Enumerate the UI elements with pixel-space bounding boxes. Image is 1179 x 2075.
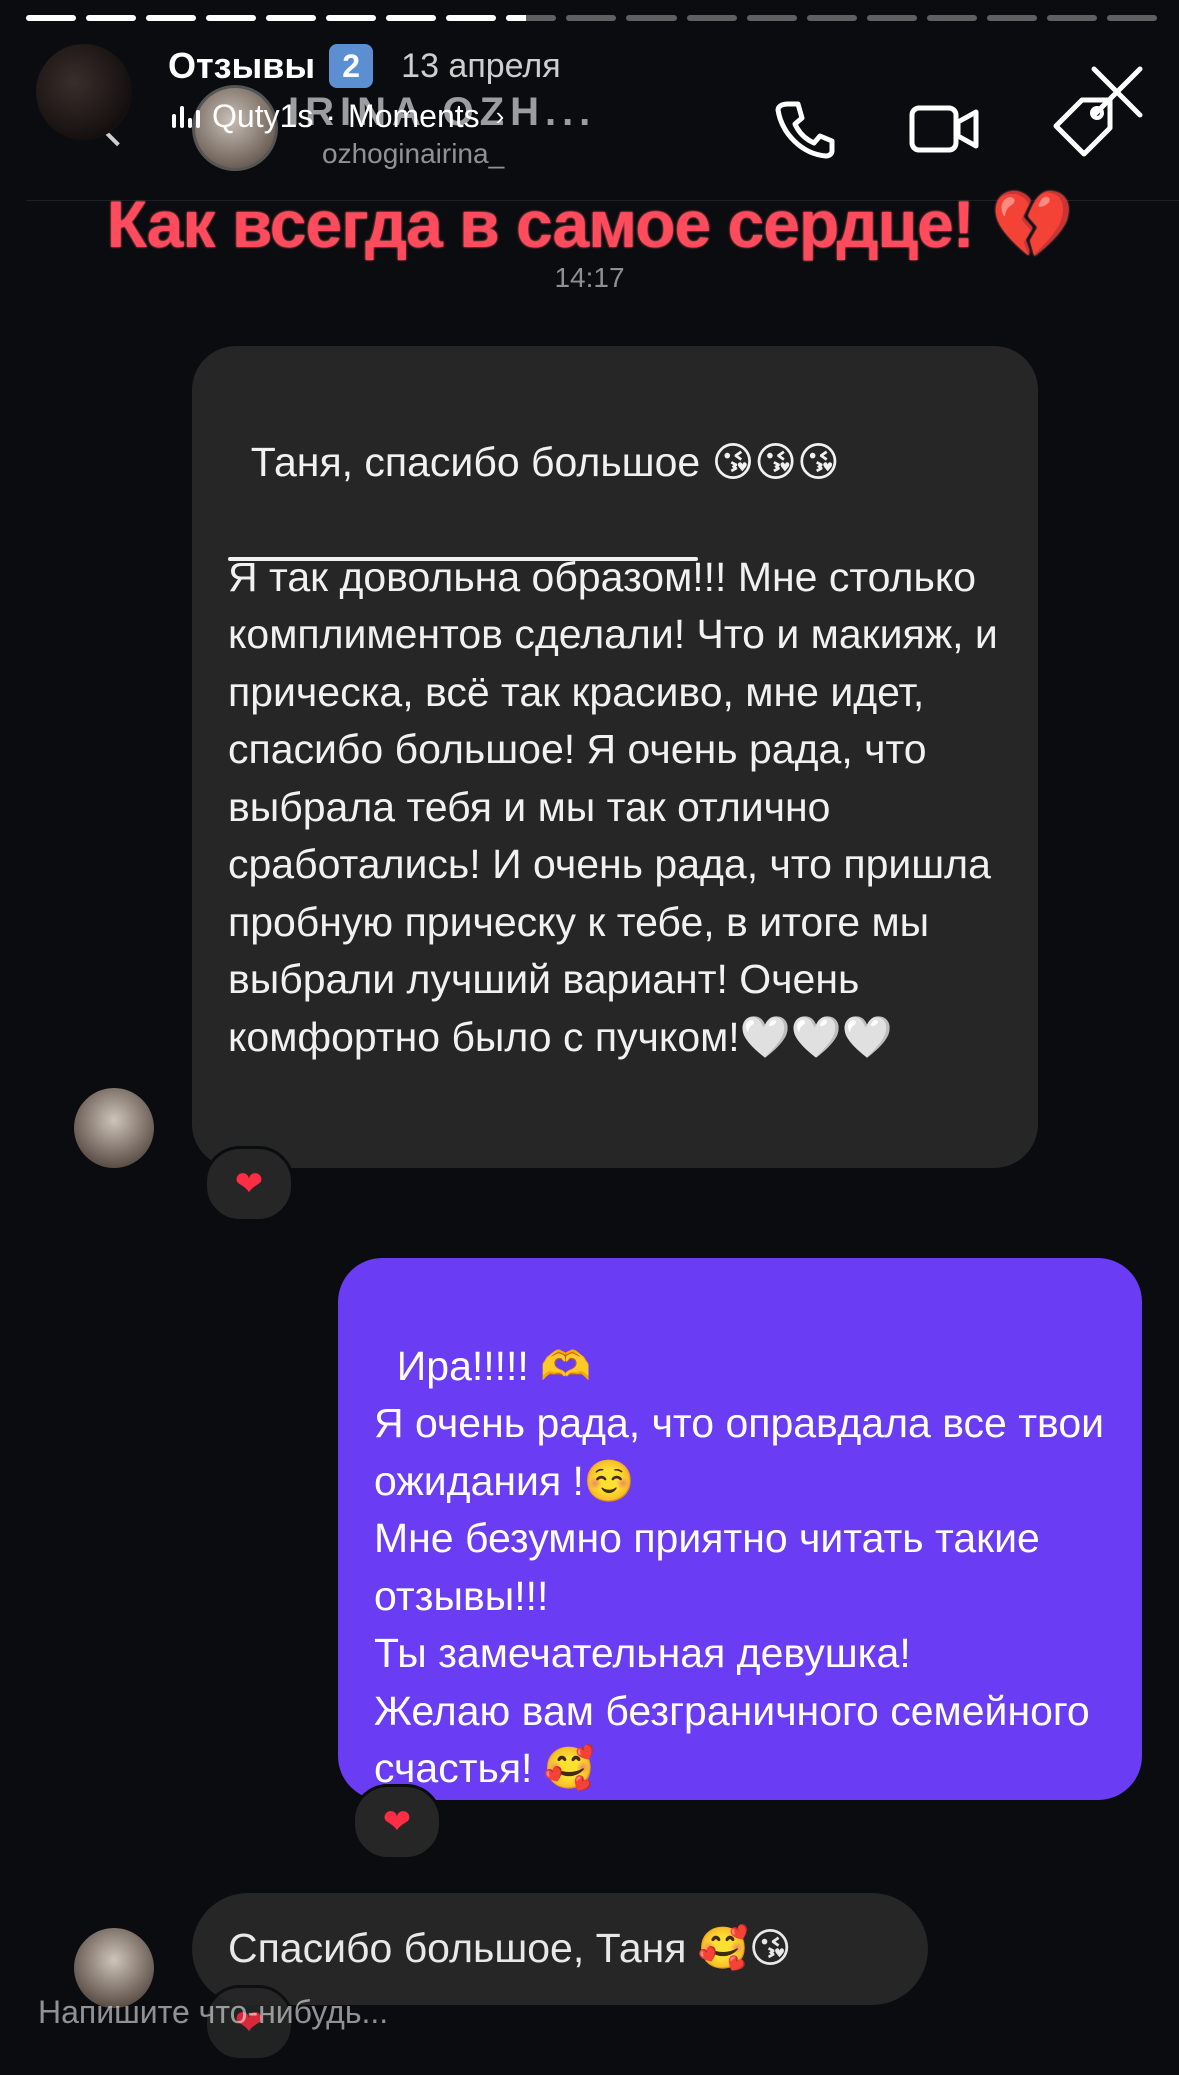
progress-segment-fill	[506, 15, 527, 21]
progress-segment	[506, 15, 557, 21]
progress-segment	[926, 15, 977, 21]
progress-segment-fill	[446, 15, 497, 21]
progress-segment-fill	[206, 15, 257, 21]
progress-segment	[746, 15, 797, 21]
story-music-row[interactable]: Quty1s · Moments ›	[172, 98, 504, 135]
message-text: Ира!!!!! 🫶 Я очень рада, что оправдала в…	[374, 1342, 1105, 1792]
audio-bars-icon	[172, 105, 200, 128]
progress-segment-fill	[146, 15, 197, 21]
progress-segment	[446, 15, 497, 21]
progress-segment	[146, 15, 197, 21]
progress-segment	[686, 15, 737, 21]
progress-segment	[566, 15, 617, 21]
progress-segment-fill	[386, 15, 437, 21]
story-avatar[interactable]	[36, 44, 132, 140]
music-artist: Quty1s	[212, 98, 314, 134]
story-sticker-text: Как всегда в самое сердце! 💔	[106, 187, 1074, 261]
message-text: Таня, спасибо большое 😘😘😘 Я так довольна…	[228, 438, 998, 1060]
progress-segment	[26, 15, 77, 21]
video-icon[interactable]	[904, 88, 984, 168]
progress-segment	[266, 15, 317, 21]
phone-icon[interactable]	[764, 88, 844, 168]
heart-reaction-icon[interactable]: ❤	[352, 1784, 442, 1860]
text-underline	[228, 557, 698, 561]
progress-segment	[326, 15, 377, 21]
outgoing-message-bubble[interactable]: Ира!!!!! 🫶 Я очень рада, что оправдала в…	[338, 1258, 1142, 1800]
music-separator: ·	[325, 98, 337, 134]
sender-avatar[interactable]	[74, 1088, 154, 1168]
music-track: Moments	[348, 98, 480, 134]
progress-segment	[86, 15, 137, 21]
progress-segment	[1046, 15, 1097, 21]
dm-contact-username: ozhoginairina_	[322, 138, 505, 169]
progress-segment-fill	[26, 15, 77, 21]
progress-segment	[626, 15, 677, 21]
progress-segment	[866, 15, 917, 21]
progress-segment	[806, 15, 857, 21]
progress-segment	[206, 15, 257, 21]
story-date: 13 апреля	[401, 46, 561, 85]
story-title[interactable]: Отзывы	[168, 45, 315, 87]
progress-segment-fill	[266, 15, 317, 21]
progress-segment-fill	[326, 15, 377, 21]
progress-segment	[1106, 15, 1157, 21]
close-icon[interactable]	[1085, 60, 1149, 124]
story-badge: 2	[329, 44, 374, 88]
chevron-right-icon: ›	[495, 101, 505, 131]
heart-reaction-icon[interactable]: ❤	[204, 1146, 294, 1222]
progress-segment-fill	[86, 15, 137, 21]
incoming-message-bubble[interactable]: Спасибо большое, Таня 🥰😘	[192, 1893, 928, 2005]
story-progress-bar	[26, 15, 1157, 21]
message-timestamp: 14:17	[554, 262, 625, 293]
incoming-message-bubble[interactable]: Таня, спасибо большое 😘😘😘 Я так довольна…	[192, 346, 1038, 1168]
message-text: Спасибо большое, Таня 🥰😘	[228, 1925, 792, 1972]
reply-input[interactable]: Напишите что-нибудь...	[38, 1994, 388, 2031]
story-title-row: Отзывы 2 13 апреля	[168, 44, 561, 88]
progress-segment	[986, 15, 1037, 21]
progress-segment	[386, 15, 437, 21]
